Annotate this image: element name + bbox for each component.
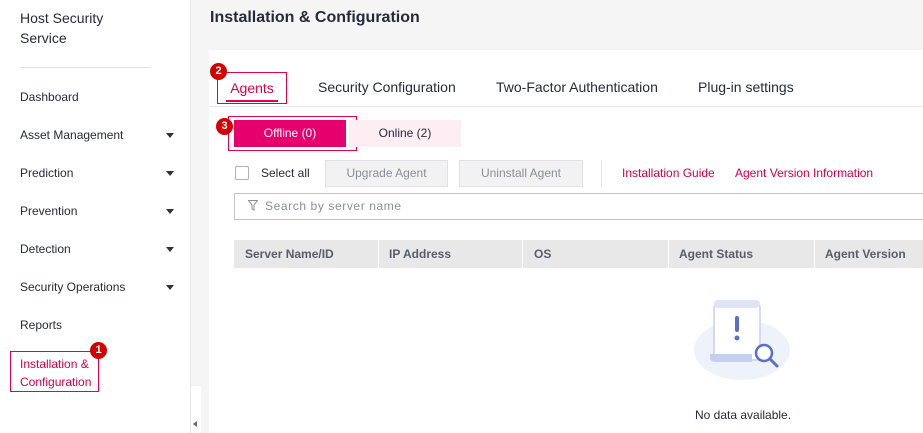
empty-state-text: No data available. xyxy=(695,408,792,422)
table-header xyxy=(234,240,923,268)
sidebar-item-asset-management[interactable]: Asset Management xyxy=(20,125,180,145)
chevron-down-icon xyxy=(166,285,174,290)
sidebar-item-label: Configuration xyxy=(20,375,92,389)
toolbar-divider xyxy=(601,160,602,187)
sidebar-item-label: Dashboard xyxy=(20,90,79,104)
page-header: Installation & Configuration xyxy=(191,0,923,50)
sidebar: Host Security Service Dashboard Asset Ma… xyxy=(0,0,191,433)
tab-security-configuration[interactable]: Security Configuration xyxy=(318,79,456,95)
agent-version-info-link[interactable]: Agent Version Information xyxy=(735,166,873,180)
column-header-ip-address[interactable]: IP Address xyxy=(389,240,451,268)
upgrade-agent-button[interactable]: Upgrade Agent xyxy=(325,160,448,187)
sidebar-item-installation-configuration[interactable]: Installation & Configuration xyxy=(10,351,99,392)
step-badge: 1 xyxy=(90,342,107,359)
sidebar-item-security-operations[interactable]: Security Operations xyxy=(20,277,180,297)
chevron-left-icon xyxy=(193,421,197,427)
active-tab-indicator xyxy=(226,100,278,102)
column-header-os[interactable]: OS xyxy=(534,240,551,268)
page-title: Installation & Configuration xyxy=(210,9,420,26)
filter-icon xyxy=(247,200,259,214)
column-divider xyxy=(814,240,815,268)
step-badge: 3 xyxy=(216,118,233,135)
subtab-offline[interactable]: Offline (0) xyxy=(234,120,346,147)
uninstall-agent-button[interactable]: Uninstall Agent xyxy=(459,160,583,187)
sidebar-item-label: Reports xyxy=(20,318,63,332)
column-divider xyxy=(378,240,379,268)
sidebar-item-label: Prediction xyxy=(20,166,74,180)
column-header-agent-version[interactable]: Agent Version xyxy=(825,240,906,268)
sidebar-divider xyxy=(20,67,151,68)
sidebar-item-label: Asset Management xyxy=(20,128,124,142)
chevron-down-icon xyxy=(166,171,174,176)
empty-state-illustration xyxy=(692,296,796,389)
column-divider xyxy=(522,240,523,268)
tab-two-factor-authentication[interactable]: Two-Factor Authentication xyxy=(496,79,658,95)
tabs-divider xyxy=(209,106,923,107)
sidebar-item-prediction[interactable]: Prediction xyxy=(20,163,180,183)
step-badge: 2 xyxy=(210,63,227,80)
chevron-down-icon xyxy=(166,133,174,138)
sidebar-item-reports[interactable]: Reports xyxy=(20,315,180,335)
column-header-server-name[interactable]: Server Name/ID xyxy=(245,240,334,268)
search-placeholder: Search by server name xyxy=(265,199,402,213)
column-divider xyxy=(668,240,669,268)
tab-plugin-settings[interactable]: Plug-in settings xyxy=(698,79,794,95)
sidebar-item-prevention[interactable]: Prevention xyxy=(20,201,180,221)
chevron-down-icon xyxy=(166,209,174,214)
sidebar-item-label: Detection xyxy=(20,242,71,256)
sidebar-item-label: Prevention xyxy=(20,204,78,218)
subtab-online[interactable]: Online (2) xyxy=(349,120,461,147)
select-all-label: Select all xyxy=(261,166,310,180)
sidebar-gutter xyxy=(191,0,209,433)
sidebar-item-label: Security Operations xyxy=(20,280,126,294)
column-header-agent-status[interactable]: Agent Status xyxy=(679,240,753,268)
sidebar-item-label: Installation & xyxy=(20,357,89,371)
sidebar-item-detection[interactable]: Detection xyxy=(20,239,180,259)
installation-guide-link[interactable]: Installation Guide xyxy=(622,166,715,180)
service-title: Host Security Service xyxy=(20,10,104,46)
select-all-checkbox[interactable] xyxy=(235,166,249,180)
chevron-down-icon xyxy=(166,247,174,252)
sidebar-item-dashboard[interactable]: Dashboard xyxy=(20,87,180,107)
